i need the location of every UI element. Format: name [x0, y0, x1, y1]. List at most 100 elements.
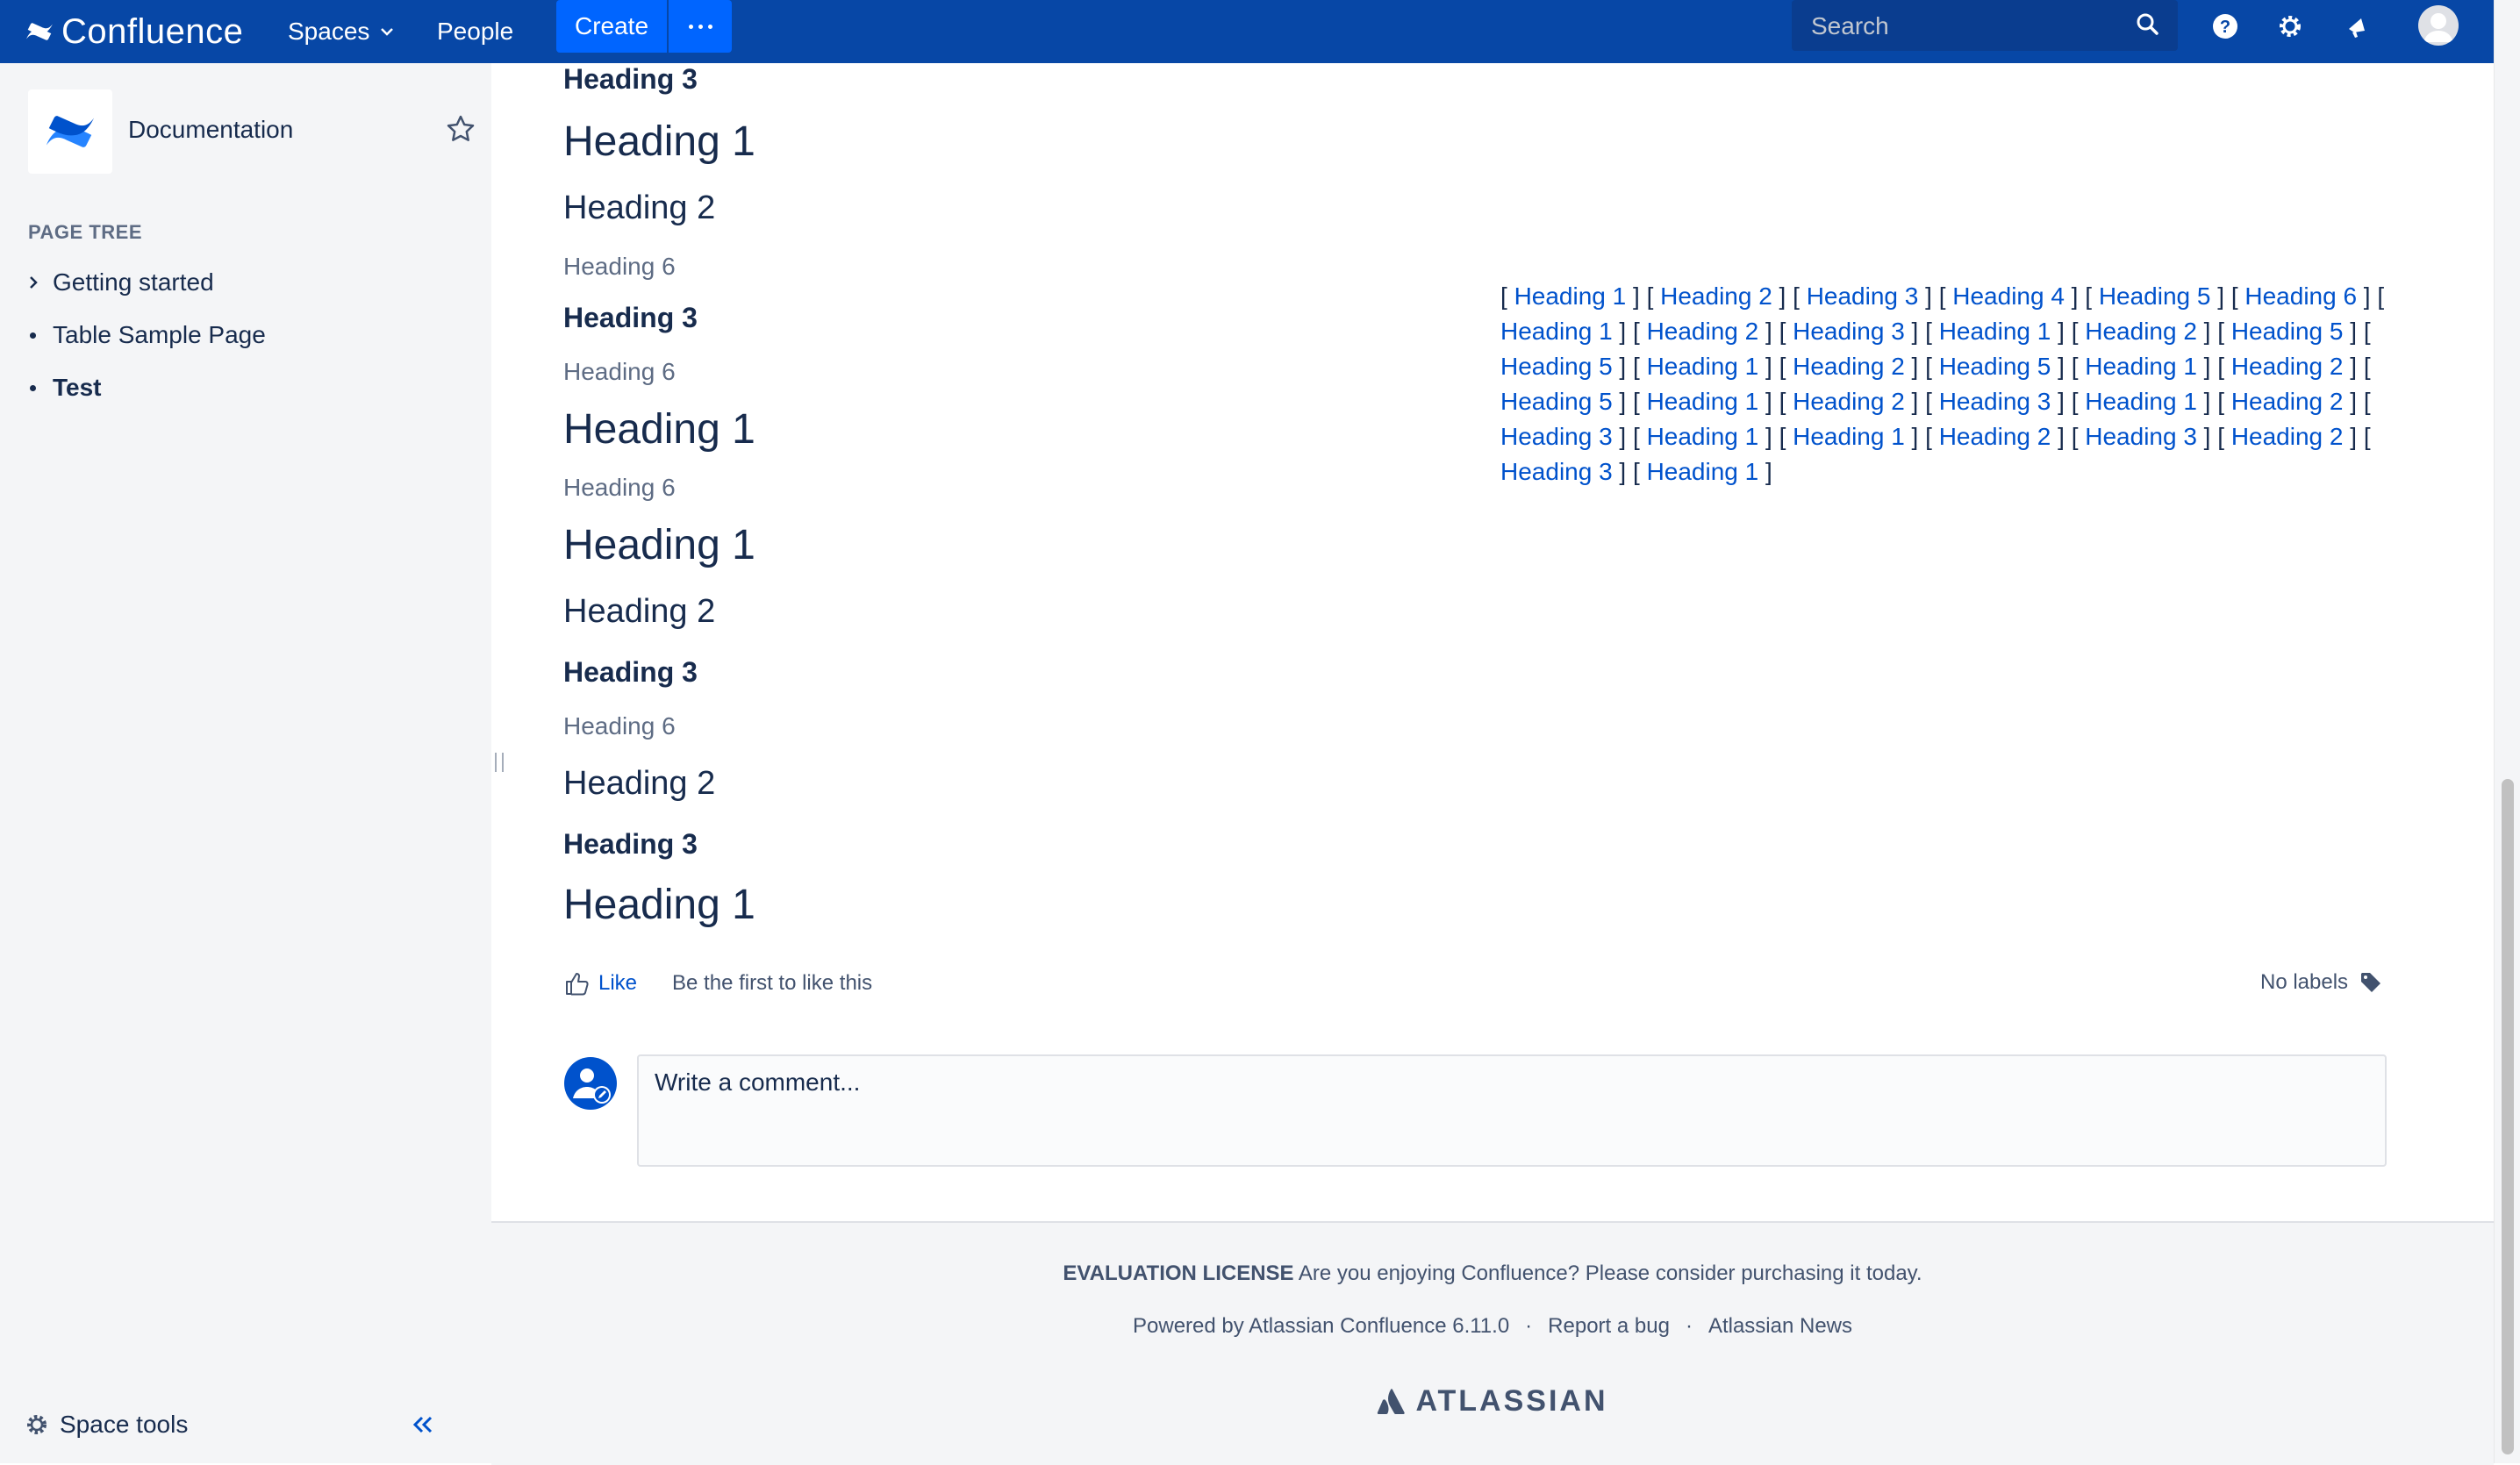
- toc-link[interactable]: Heading 5: [1939, 353, 2051, 380]
- confluence-space-logo-icon: [46, 116, 95, 147]
- toc-link[interactable]: Heading 2: [2231, 423, 2344, 450]
- heading-3: Heading 3: [563, 828, 698, 860]
- space-tools-label: Space tools: [60, 1411, 189, 1438]
- bullet-icon: [30, 384, 36, 391]
- toc-link[interactable]: Heading 5: [2099, 282, 2211, 310]
- bullet-icon: [30, 332, 36, 339]
- toc-link[interactable]: Heading 1: [1939, 318, 2051, 345]
- toc-link[interactable]: Heading 1: [1793, 423, 1905, 450]
- confluence-home-link[interactable]: Confluence: [25, 7, 243, 56]
- toc-link[interactable]: Heading 3: [2085, 423, 2197, 450]
- notifications-megaphone-icon[interactable]: [2341, 9, 2376, 44]
- create-label: Create: [574, 12, 649, 39]
- toc-link[interactable]: Heading 2: [1793, 353, 1905, 380]
- confluence-logo-icon: [26, 23, 53, 40]
- toc-link[interactable]: Heading 1: [1514, 282, 1627, 310]
- toc-link[interactable]: Heading 1: [2085, 353, 2197, 380]
- atlassian-news-link[interactable]: Atlassian News: [1708, 1314, 1852, 1338]
- comment-placeholder: Write a comment...: [655, 1068, 861, 1096]
- search-input[interactable]: [1809, 9, 2111, 44]
- powered-by-link[interactable]: Powered by Atlassian Confluence 6.11.0: [1133, 1314, 1509, 1338]
- tree-item-getting-started[interactable]: Getting started: [28, 265, 214, 300]
- like-button[interactable]: Like: [598, 971, 637, 996]
- more-options-button[interactable]: [669, 0, 732, 53]
- scrollbar-thumb[interactable]: [2502, 779, 2514, 1454]
- toc-link[interactable]: Heading 2: [2085, 318, 2197, 345]
- toc-link[interactable]: Heading 3: [1500, 423, 1613, 450]
- atlassian-wordmark: ATLASSIAN: [1415, 1384, 1608, 1418]
- toc-link[interactable]: Heading 3: [1793, 318, 1905, 345]
- toc-link[interactable]: Heading 4: [1952, 282, 2065, 310]
- people-label: People: [437, 18, 514, 45]
- thumbs-up-icon[interactable]: [563, 970, 590, 997]
- toc-link[interactable]: Heading 1: [1647, 423, 1759, 450]
- comment-input[interactable]: Write a comment...: [637, 1054, 2387, 1167]
- spaces-menu[interactable]: Spaces: [288, 0, 394, 63]
- toc-link[interactable]: Heading 1: [1647, 388, 1759, 415]
- toc-link[interactable]: Heading 2: [1793, 388, 1905, 415]
- toc-link[interactable]: Heading 2: [2231, 353, 2344, 380]
- toc-link[interactable]: Heading 3: [1807, 282, 1919, 310]
- spaces-label: Spaces: [288, 18, 370, 45]
- heading-3: Heading 3: [563, 656, 698, 688]
- separator-dot: ·: [1685, 1314, 1693, 1338]
- tree-item-label: Table Sample Page: [53, 321, 266, 348]
- table-of-contents: [ Heading 1 ] [ Heading 2 ] [ Heading 3 …: [1500, 282, 2385, 485]
- toc-link[interactable]: Heading 6: [2244, 282, 2357, 310]
- user-silhouette-icon: [2423, 13, 2453, 42]
- user-avatar[interactable]: [2418, 5, 2459, 46]
- space-tools-menu[interactable]: Space tools: [25, 1411, 188, 1439]
- heading-6: Heading 6: [563, 474, 676, 501]
- labels-section[interactable]: No labels: [2260, 970, 2383, 995]
- toc-link[interactable]: Heading 5: [2231, 318, 2344, 345]
- toc-link[interactable]: Heading 2: [1939, 423, 2051, 450]
- heading-6: Heading 6: [563, 712, 676, 740]
- toc-link[interactable]: Heading 2: [1647, 318, 1759, 345]
- heading-1: Heading 1: [563, 522, 755, 568]
- toc-link[interactable]: Heading 5: [1500, 388, 1613, 415]
- collapse-sidebar-icon[interactable]: [411, 1414, 435, 1435]
- heading-1: Heading 1: [563, 118, 755, 165]
- toc-link[interactable]: Heading 1: [1647, 353, 1759, 380]
- report-bug-link[interactable]: Report a bug: [1548, 1314, 1670, 1338]
- create-button[interactable]: Create: [556, 0, 667, 53]
- chevron-right-icon[interactable]: [28, 275, 39, 289]
- separator-dot: ·: [1525, 1314, 1533, 1338]
- toc-link[interactable]: Heading 3: [1500, 458, 1613, 485]
- atlassian-logo[interactable]: ATLASSIAN: [491, 1384, 2494, 1419]
- tree-item-label: Test: [53, 374, 102, 401]
- chevron-down-icon: [381, 28, 394, 36]
- dot-icon: [698, 24, 703, 29]
- brand-name: Confluence: [61, 11, 244, 51]
- toc-link[interactable]: Heading 2: [2231, 388, 2344, 415]
- people-link[interactable]: People: [437, 0, 513, 63]
- toc-link[interactable]: Heading 2: [1660, 282, 1772, 310]
- tree-item-test[interactable]: Test: [28, 370, 102, 405]
- page-footer: EVALUATION LICENSE Are you enjoying Conf…: [491, 1221, 2494, 1465]
- tag-icon: [2361, 973, 2381, 992]
- heading-2: Heading 2: [563, 765, 716, 802]
- search-icon[interactable]: [2136, 12, 2160, 37]
- tree-item-table-sample-page[interactable]: Table Sample Page: [28, 318, 266, 353]
- space-name-link[interactable]: Documentation: [128, 116, 293, 144]
- toc-link[interactable]: Heading 1: [1500, 318, 1613, 345]
- toc-link[interactable]: Heading 3: [1939, 388, 2051, 415]
- toc-link[interactable]: Heading 1: [2085, 388, 2197, 415]
- labels-text: No labels: [2260, 970, 2349, 994]
- settings-gear-icon[interactable]: [2273, 9, 2308, 44]
- toc-link[interactable]: Heading 1: [1647, 458, 1759, 485]
- license-notice: EVALUATION LICENSE Are you enjoying Conf…: [491, 1261, 2494, 1286]
- star-icon[interactable]: [446, 114, 476, 144]
- dot-icon: [688, 24, 693, 29]
- footer-links: Powered by Atlassian Confluence 6.11.0 · R…: [491, 1314, 2494, 1339]
- heading-3: Heading 3: [563, 302, 698, 333]
- toc-link[interactable]: Heading 5: [1500, 353, 1613, 380]
- heading-2: Heading 2: [563, 189, 716, 226]
- gear-icon: [27, 1415, 47, 1434]
- svg-text:?: ?: [2220, 18, 2230, 37]
- atlassian-triangle-icon: [1378, 1388, 1406, 1414]
- help-icon[interactable]: ?: [2208, 9, 2243, 44]
- vertical-scrollbar[interactable]: [2494, 0, 2520, 1463]
- space-logo[interactable]: [28, 89, 112, 174]
- search-box: [1792, 0, 2178, 51]
